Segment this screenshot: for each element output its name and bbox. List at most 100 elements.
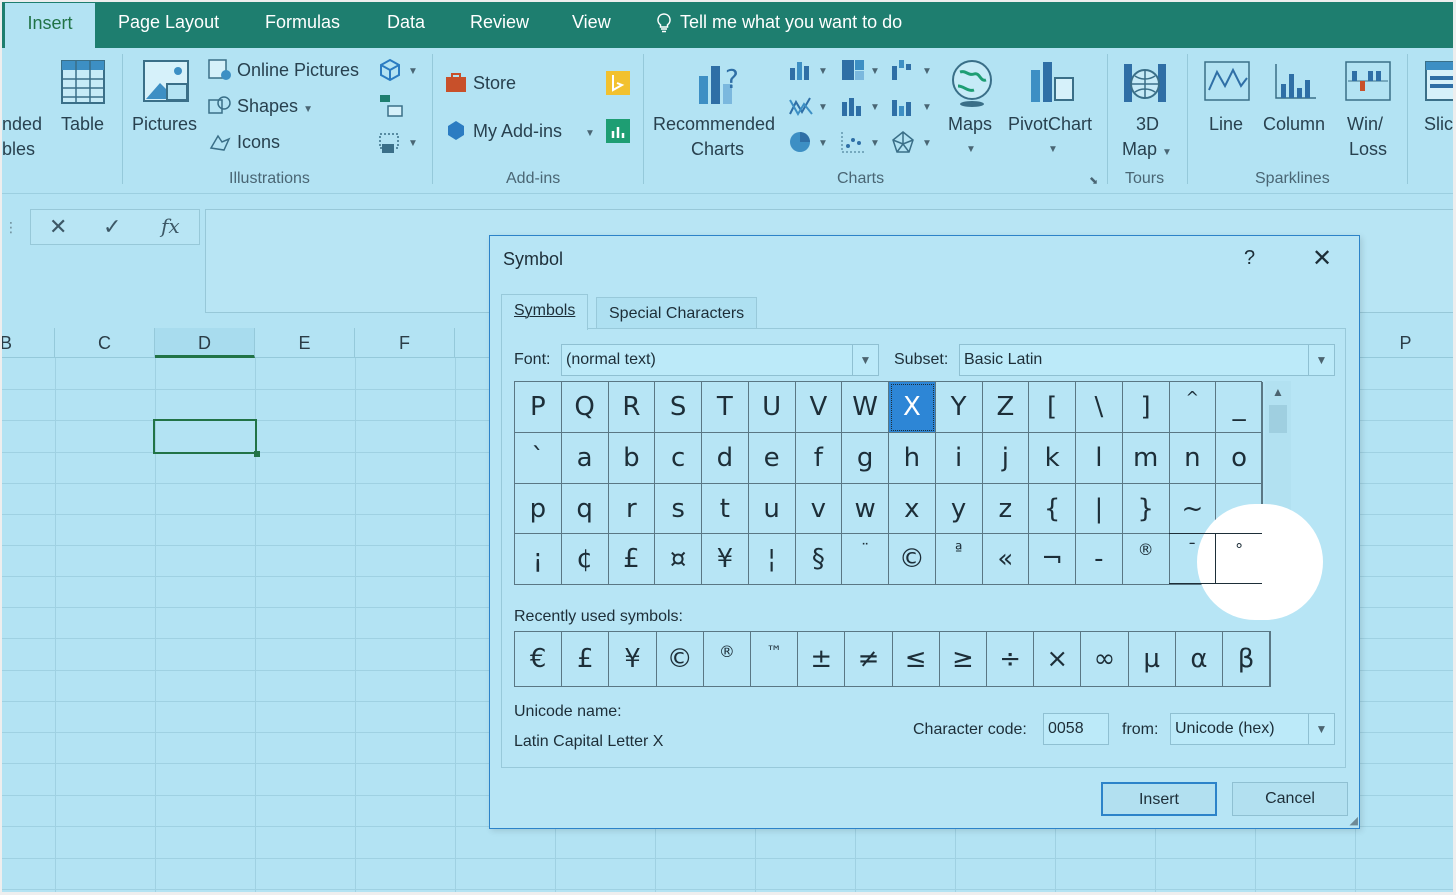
pivotchart-icon[interactable] [1027,58,1077,106]
column-header-b[interactable]: B [0,328,55,358]
tab-symbols[interactable]: Symbols [501,294,589,330]
column-header-e[interactable]: E [255,328,355,358]
symbol-cell[interactable]: _ [1216,382,1263,433]
chevron-down-icon[interactable]: ▼ [870,138,880,149]
symbol-cell[interactable]: u [748,483,796,535]
symbol-cell[interactable]: [ [1029,382,1076,433]
symbol-cell[interactable]: f [795,432,843,484]
column-header-d[interactable]: D [155,328,255,358]
3d-models-icon[interactable] [378,58,402,82]
symbol-cell[interactable]: ° [1215,533,1262,584]
icons-button[interactable]: Icons [237,132,280,153]
symbol-cell[interactable]: \ [1076,382,1123,433]
cancel-entry-icon[interactable]: ✕ [49,214,67,240]
chevron-down-icon[interactable]: ▼ [922,102,932,113]
insert-function-icon[interactable]: fx [161,214,180,238]
symbol-cell[interactable]: } [1122,483,1170,535]
hierarchy-chart-icon[interactable] [840,58,866,82]
online-pictures-button[interactable]: Online Pictures [237,60,359,81]
symbol-cell[interactable]: ¯ [1168,533,1216,584]
pictures-icon[interactable] [142,58,192,106]
scatter-chart-icon[interactable] [840,130,866,154]
dialog-launcher-icon[interactable]: ⬊ [1089,174,1098,187]
recent-symbols-grid[interactable]: € £ ¥ © ® ™ ± ≠ ≤ ≥ ÷ × ∞ µ α β [514,631,1271,687]
table-icon[interactable] [60,58,106,106]
waterfall-chart-icon[interactable] [890,58,916,82]
symbol-cell[interactable]: d [702,432,749,484]
symbol-cell[interactable]: P [515,382,562,433]
cancel-button[interactable]: Cancel [1232,782,1348,816]
symbol-cell[interactable]: T [702,382,749,433]
recent-symbol-cell[interactable]: ™ [751,632,799,686]
sparkline-line-button[interactable]: Line [1209,114,1243,135]
symbol-cell[interactable]: x [889,483,936,535]
symbol-cell[interactable]: R [608,382,656,433]
table-button[interactable]: Table [61,114,104,135]
column-header-p[interactable]: P [1356,328,1456,358]
maps-icon[interactable] [950,58,996,108]
symbol-cell[interactable]: V [795,382,843,433]
symbol-cell[interactable]: { [1029,483,1076,535]
screenshot-icon[interactable] [378,130,404,156]
3d-map-icon[interactable] [1122,58,1170,108]
symbol-cell[interactable]: ¬ [1029,534,1076,585]
symbol-cell[interactable]: § [795,534,843,585]
recent-symbol-cell[interactable]: ∞ [1081,632,1129,686]
symbol-cell[interactable]: e [748,432,796,484]
chevron-down-icon[interactable]: ▼ [408,138,418,149]
symbol-cell[interactable]: ¨ [842,534,889,585]
symbol-cell[interactable]: Z [982,382,1030,433]
radar-chart-icon[interactable] [890,130,916,154]
pivotchart-button[interactable]: PivotChart [1008,114,1092,135]
bing-maps-icon[interactable] [605,70,631,96]
3d-map-label-1[interactable]: 3D [1136,114,1159,135]
drag-handle-icon[interactable]: ⋮ [4,219,18,236]
recent-symbol-cell[interactable]: ≠ [845,632,893,686]
chevron-down-icon[interactable]: ▼ [585,128,595,139]
symbol-cell[interactable]: l [1076,432,1123,484]
font-dropdown[interactable]: (normal text) ▼ [561,344,879,376]
column-header-c[interactable]: C [55,328,155,358]
symbol-cell[interactable]: w [842,483,889,535]
column-header-f[interactable]: F [355,328,455,358]
symbol-cell[interactable]: ] [1122,382,1170,433]
recent-symbol-cell[interactable]: © [657,632,704,686]
resize-grip-icon[interactable]: ◢ [1350,814,1358,827]
pictures-button[interactable]: Pictures [132,114,197,135]
symbol-cell[interactable]: ¢ [561,534,609,585]
recent-symbol-cell[interactable]: ® [704,632,751,686]
people-graph-icon[interactable] [605,118,631,144]
symbol-cell[interactable]: £ [608,534,656,585]
from-dropdown[interactable]: Unicode (hex) ▼ [1170,713,1335,745]
chevron-down-icon[interactable]: ▼ [818,66,828,77]
chevron-down-icon[interactable]: ▼ [922,138,932,149]
statistic-chart-icon[interactable] [840,96,866,118]
symbol-cell[interactable]: ª [935,534,983,585]
store-button[interactable]: Store [473,73,516,94]
line-chart-icon[interactable] [788,96,814,118]
symbol-cell[interactable]: r [608,483,656,535]
recent-symbol-cell[interactable]: × [1034,632,1082,686]
symbol-cell[interactable]: q [561,483,609,535]
symbol-cell[interactable]: X [889,382,936,433]
recent-symbol-cell[interactable]: £ [562,632,610,686]
chevron-down-icon[interactable]: ▼ [966,144,976,155]
symbol-cell[interactable]: S [655,382,702,433]
symbol-cell[interactable]: | [1076,483,1123,535]
recommended-pivottables-label-partial[interactable]: nded [2,114,42,135]
character-code-input[interactable]: 0058 [1043,713,1109,745]
symbol-cell[interactable]: z [982,483,1030,535]
recent-symbol-cell[interactable]: ≤ [893,632,940,686]
tab-page-layout[interactable]: Page Layout [118,12,219,33]
symbol-cell[interactable]: ® [1122,534,1170,585]
recent-symbol-cell[interactable]: ≥ [940,632,987,686]
symbol-cell[interactable]: b [608,432,656,484]
symbol-cell[interactable]: m [1122,432,1170,484]
insert-button[interactable]: Insert [1101,782,1217,816]
symbol-cell[interactable]: c [655,432,702,484]
recommended-pivottables-label-partial-2[interactable]: bles [2,139,35,160]
recommended-charts-label-1[interactable]: Recommended [653,114,775,135]
recent-symbol-cell[interactable]: α [1176,632,1223,686]
sparkline-winloss-label-2[interactable]: Loss [1349,139,1387,160]
recent-symbol-cell[interactable]: € [515,632,563,686]
